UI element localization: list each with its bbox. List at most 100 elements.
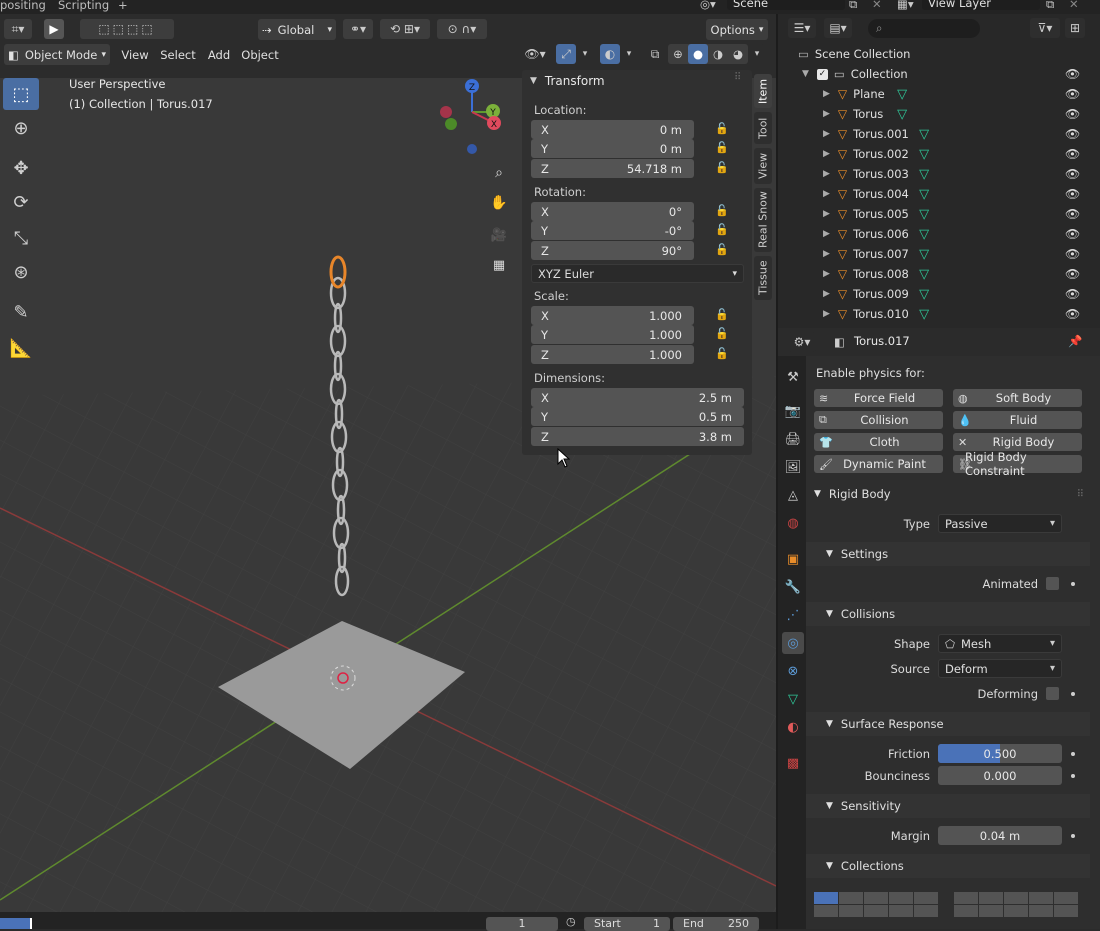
scene-selector[interactable]: Scene — [727, 0, 845, 10]
lock-icon[interactable]: 🔓 — [715, 243, 729, 256]
perspective-toggle-icon[interactable]: ▦ — [487, 253, 511, 277]
tab-real-snow[interactable]: Real Snow — [754, 188, 772, 252]
outliner-row[interactable]: ▶ ▽ Torus ▽ 👁 — [778, 104, 1100, 124]
keyframe-dot[interactable] — [1071, 752, 1075, 756]
options-dropdown[interactable]: Options ▾ — [706, 19, 768, 40]
collections-subpanel-header[interactable]: ▼ Collections — [806, 854, 1090, 878]
expand-arrow-icon[interactable]: ▶ — [823, 249, 830, 259]
texture-tab-icon[interactable]: ▩ — [782, 752, 804, 774]
physics-button-fluid[interactable]: 💧 Fluid — [953, 411, 1082, 429]
tab-tool[interactable]: Tool — [754, 112, 772, 144]
wireframe-shading-icon[interactable]: ⊕ — [668, 44, 688, 64]
pan-hand-icon[interactable]: ✋ — [487, 191, 511, 215]
object-tab-icon[interactable]: ▣ — [782, 548, 804, 570]
keyframe-dot[interactable] — [1071, 774, 1075, 778]
move-tool-icon[interactable]: ✥ — [3, 152, 39, 184]
location-x-field[interactable]: X0 m — [531, 120, 694, 139]
expand-arrow-icon[interactable]: ▶ — [823, 309, 830, 319]
expand-arrow-icon[interactable]: ▶ — [823, 89, 830, 99]
rendered-shading-icon[interactable]: ◕ — [728, 44, 748, 64]
overlay-toggle-icon[interactable]: ◐ — [600, 44, 620, 64]
xray-icon[interactable]: ⧉ — [645, 44, 665, 64]
keyframe-dot[interactable] — [1071, 834, 1075, 838]
drag-handle-icon[interactable]: ⠿ — [1077, 489, 1084, 500]
mode-dropdown[interactable]: ◧ Object Mode ▾ — [4, 44, 110, 65]
rigid-body-panel-header[interactable]: ▼ Rigid Body ⠿ — [806, 482, 1090, 506]
eye-icon[interactable]: 👁 — [1065, 127, 1080, 141]
dimensions-x-field[interactable]: X 2.5 m — [531, 388, 744, 407]
outliner-row[interactable]: ▶ ▽ Torus.001 ▽ 👁 — [778, 124, 1100, 144]
physics-button-soft-body[interactable]: ◍ Soft Body — [953, 389, 1082, 407]
visibility-icon[interactable]: 👁▾ — [520, 44, 550, 64]
editor-type-icon[interactable]: ⌗▾ — [4, 19, 32, 39]
material-shading-icon[interactable]: ◑ — [708, 44, 728, 64]
material-tab-icon[interactable]: ◐ — [782, 716, 804, 738]
type-dropdown[interactable]: Passive ▾ — [938, 514, 1062, 533]
eye-icon[interactable]: 👁 — [1065, 147, 1080, 161]
gizmo-toggle-icon[interactable]: ⤢ — [556, 44, 576, 64]
outliner-row[interactable]: ▶ ▽ Torus.007 ▽ 👁 — [778, 244, 1100, 264]
eye-icon[interactable]: 👁 — [1065, 187, 1080, 201]
clock-icon[interactable]: ◷ — [566, 915, 576, 928]
keyframe-dot[interactable] — [1071, 692, 1075, 696]
collection-layer-toggle[interactable] — [1054, 905, 1078, 917]
scene-collection-row[interactable]: ▭ Scene Collection — [778, 44, 1100, 64]
collection-layer-toggle[interactable] — [839, 892, 863, 904]
rotation-x-field[interactable]: X 0° — [531, 202, 694, 221]
collection-checkbox[interactable]: ✓ — [816, 68, 828, 80]
outliner-row[interactable]: ▶ ▽ Torus.005 ▽ 👁 — [778, 204, 1100, 224]
add-workspace-button[interactable]: + — [118, 0, 128, 12]
particles-tab-icon[interactable]: ⋰ — [782, 604, 804, 626]
menu-object[interactable]: Object — [240, 44, 280, 65]
animated-checkbox[interactable] — [1046, 577, 1059, 590]
collection-layer-toggle[interactable] — [814, 905, 838, 917]
outliner-row[interactable]: ▶ ▽ Torus.008 ▽ 👁 — [778, 264, 1100, 284]
collection-layer-toggle[interactable] — [1054, 892, 1078, 904]
outliner-row[interactable]: ▶ ▽ Torus.003 ▽ 👁 — [778, 164, 1100, 184]
eye-icon[interactable]: 👁 — [1065, 67, 1080, 81]
eye-icon[interactable]: 👁 — [1065, 87, 1080, 101]
expand-arrow-icon[interactable]: ▶ — [823, 229, 830, 239]
surface-response-subpanel-header[interactable]: ▼ Surface Response — [806, 712, 1090, 736]
collection-layer-toggle[interactable] — [864, 905, 888, 917]
physics-button-rigid-body[interactable]: ✕ Rigid Body — [953, 433, 1082, 451]
collection-layer-toggle[interactable] — [889, 905, 913, 917]
friction-slider[interactable]: 0.500 — [938, 744, 1062, 763]
world-tab-icon[interactable]: ◍ — [782, 512, 804, 534]
tweak-tool-icon[interactable]: ▶ — [44, 19, 64, 39]
source-dropdown[interactable]: Deform ▾ — [938, 659, 1062, 678]
outliner-row[interactable]: ▶ ▽ Torus.006 ▽ 👁 — [778, 224, 1100, 244]
overlay-dropdown-icon[interactable]: ▾ — [622, 44, 636, 64]
eye-icon[interactable]: 👁 — [1065, 267, 1080, 281]
eye-icon[interactable]: 👁 — [1065, 167, 1080, 181]
collection-row[interactable]: ▼ ✓ ▭ Collection 👁 — [778, 64, 1100, 84]
pivot-point-icon[interactable]: ⚭▾ — [343, 19, 373, 39]
scale-y-field[interactable]: Y 1.000 — [531, 325, 694, 344]
view-layer-selector[interactable]: View Layer — [922, 0, 1040, 10]
eye-icon[interactable]: 👁 — [1065, 247, 1080, 261]
bounciness-slider[interactable]: 0.000 — [938, 766, 1062, 785]
properties-editor-type-icon[interactable]: ⚙▾ — [788, 332, 816, 352]
collection-layer-toggle[interactable] — [1004, 892, 1028, 904]
expand-arrow-icon[interactable]: ▶ — [823, 109, 830, 119]
lock-icon[interactable]: 🔓 — [715, 327, 729, 340]
selection-mode-icons[interactable]: ⬚⬚⬚⬚ — [80, 19, 174, 39]
solid-shading-icon[interactable]: ● — [688, 44, 708, 64]
physics-button-force-field[interactable]: ≋ Force Field — [814, 389, 943, 407]
lock-icon[interactable]: 🔓 — [715, 161, 729, 174]
outliner-row[interactable]: ▶ ▽ Torus.009 ▽ 👁 — [778, 284, 1100, 304]
modifier-tab-icon[interactable]: 🔧 — [782, 576, 804, 598]
tab-view[interactable]: View — [754, 148, 772, 184]
data-tab-icon[interactable]: ▽ — [782, 688, 804, 710]
collection-layer-toggle[interactable] — [954, 905, 978, 917]
transform-tool-icon[interactable]: ⊛ — [3, 256, 39, 288]
copy-view-layer-icon[interactable]: ⧉ — [1046, 0, 1054, 12]
remove-scene-icon[interactable]: ✕ — [872, 0, 882, 11]
output-tab-icon[interactable]: 🖨 — [782, 428, 804, 450]
scale-tool-icon[interactable]: ⤡ — [3, 222, 39, 254]
outliner-row[interactable]: ▶ ▽ Plane ▽ 👁 — [778, 84, 1100, 104]
physics-button-dynamic-paint[interactable]: 🖌 Dynamic Paint — [814, 455, 943, 473]
expand-arrow-icon[interactable]: ▼ — [802, 69, 809, 79]
collection-layer-toggle[interactable] — [954, 892, 978, 904]
collection-layer-toggle[interactable] — [914, 892, 938, 904]
